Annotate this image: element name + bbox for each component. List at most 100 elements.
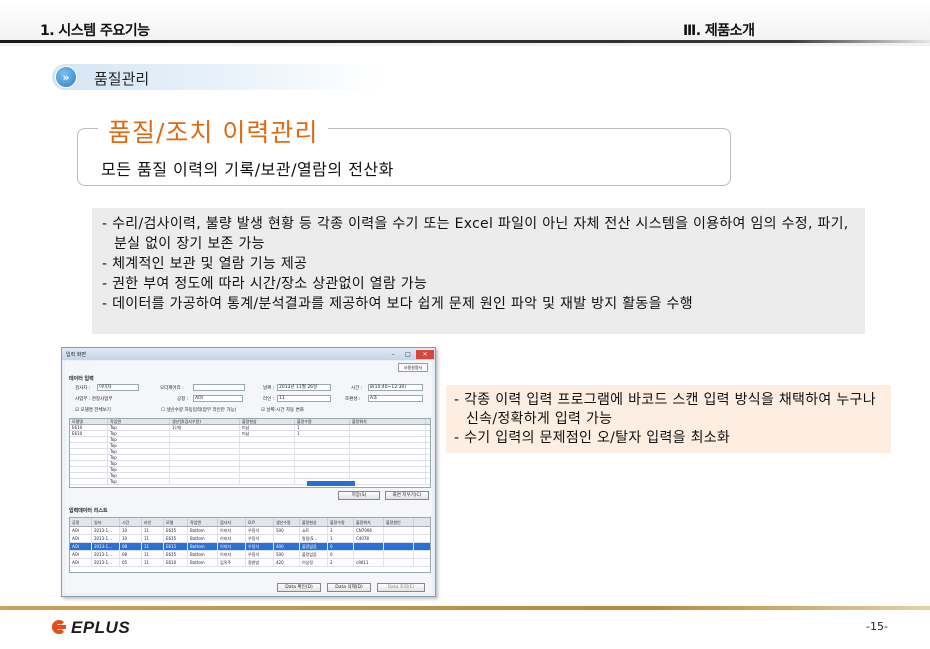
list-cell[interactable]: 11 [142,551,164,558]
grid-cell[interactable] [295,467,350,472]
list-row[interactable]: AOI 2013-1... 05 11 E610 Bottom 김옥주 정원범 420 이상정 2 c… [70,559,430,567]
list-cell[interactable]: AOI [70,535,92,542]
grid-cell[interactable] [295,437,350,442]
grid-cell[interactable]: Top [108,467,170,472]
grid-cell[interactable] [350,437,426,442]
list-row[interactable]: AOI 2013-1... 10 11 E615 Bottom 이미자 우정석 500 쇼트 3 CN… [70,527,430,535]
grid-cell[interactable] [240,479,295,484]
list-cell[interactable] [274,535,300,542]
list-cell[interactable]: AOI [70,559,92,566]
list-cell[interactable]: CN7006 [354,527,384,534]
list-column-header[interactable]: O.P. [246,518,274,526]
grid-cell[interactable] [170,467,240,472]
list-column-header[interactable]: 불량수량 [328,518,354,526]
list-cell[interactable]: 0 [328,543,354,550]
data-query-button[interactable]: Data 조회(E) [377,583,425,592]
grid-cell[interactable] [170,449,240,454]
list-cell[interactable]: 2013-1... [92,559,120,566]
grid-cell[interactable]: 1(개) [170,425,240,430]
grid-cell[interactable] [350,455,426,460]
list-column-header[interactable]: 검사자 [218,518,246,526]
list-cell[interactable]: 10 [120,535,142,542]
selected-list-row[interactable]: AOI 2013-1... 08 11 E615 Bottom 이미자 우정석 400 불량없음 0 [70,543,430,551]
grid-cell[interactable]: Top [108,461,170,466]
list-cell[interactable]: 김옥주 [218,559,246,566]
auto-datetime-checkbox[interactable]: ☑ 날짜·시간 자동 변화 [261,407,304,413]
shift-select[interactable]: A조 [368,395,423,402]
grid-column-header[interactable]: 생산량(검사수량) [170,419,240,424]
grid-cell[interactable]: 미납 [240,431,295,436]
grid-cell[interactable] [350,449,426,454]
list-cell[interactable] [354,551,384,558]
grid-cell[interactable]: 1 [295,425,350,430]
list-cell[interactable]: 05 [120,559,142,566]
grid-cell[interactable] [240,455,295,460]
list-column-header[interactable]: 불량원인 [384,518,414,526]
list-row[interactable]: AOI 2013-1... 08 11 E615 Bottom 이미자 우정석 500 불량없음 0 [70,551,430,559]
time-select[interactable]: 8(10:40~12:30) [368,384,423,391]
list-cell[interactable]: 2013-1... [92,543,120,550]
list-cell[interactable]: 우정석 [246,551,274,558]
list-cell[interactable]: 11 [142,559,164,566]
grid-cell[interactable] [295,473,350,478]
grid-cell[interactable] [70,443,108,448]
grid-cell[interactable] [350,473,426,478]
list-cell[interactable]: 불량없음 [300,551,328,558]
grid-cell[interactable]: Top [108,431,170,436]
grid-cell[interactable] [350,443,426,448]
list-cell[interactable]: 10 [120,527,142,534]
list-cell[interactable]: 08 [120,543,142,550]
data-list-grid[interactable]: 공정 일자 시간 라인 모델 작업면 검사자 O.P. 생산수량 불량현상 불량수량 불량위치 불량원인… [69,517,431,573]
grid-cell[interactable]: Top [108,479,170,484]
list-cell[interactable]: 이미자 [218,551,246,558]
list-cell[interactable]: 우정석 [246,543,274,550]
list-cell[interactable] [384,559,414,566]
list-column-header[interactable]: 일자 [92,518,120,526]
list-cell[interactable]: 쇼트 [300,527,328,534]
grid-column-header[interactable]: 모델명 [70,419,108,424]
grid-cell[interactable]: Top [108,437,170,442]
show-all-models-checkbox[interactable]: ☑ 모델명 전체보기 [75,407,111,413]
list-cell[interactable]: Bottom [188,535,218,542]
list-cell[interactable]: 3 [328,527,354,534]
grid-cell[interactable]: Top [108,455,170,460]
grid-cell[interactable] [240,437,295,442]
grid-cell[interactable] [70,437,108,442]
list-cell[interactable]: 이미자 [218,535,246,542]
maximize-icon[interactable]: □ [401,350,415,359]
list-cell[interactable] [354,543,384,550]
list-cell[interactable]: E615 [164,527,188,534]
inspector-field[interactable]: 이미자 [97,384,139,391]
close-icon[interactable]: ✕ [416,349,434,359]
auto-quantity-checkbox[interactable]: ☐ 생산수량 자동입력(압부 라인만 가능) [161,407,236,413]
grid-cell[interactable] [350,461,426,466]
grid-column-header[interactable]: 작업면 [108,419,170,424]
grid-cell[interactable]: 1 [295,431,350,436]
grid-cell[interactable] [170,437,240,442]
list-column-header[interactable]: 불량현상 [300,518,328,526]
grid-cell[interactable] [350,479,426,484]
list-cell[interactable] [384,535,414,542]
list-cell[interactable]: 우정석 [246,535,274,542]
list-cell[interactable]: 11 [142,535,164,542]
grid-cell[interactable] [70,467,108,472]
list-cell[interactable]: AOI [70,527,92,534]
list-cell[interactable]: 이미자 [218,543,246,550]
list-cell[interactable]: 2 [328,559,354,566]
list-column-header[interactable]: 불량위치 [354,518,384,526]
grid-cell[interactable]: Top [108,473,170,478]
list-column-header[interactable]: 시간 [120,518,142,526]
list-cell[interactable]: Bottom [188,559,218,566]
list-cell[interactable]: 500 [274,527,300,534]
grid-cell[interactable] [295,455,350,460]
list-cell[interactable]: Bottom [188,543,218,550]
grid-cell[interactable] [70,473,108,478]
clear-screen-button[interactable]: 화면 지우기(C) [385,491,429,500]
list-cell[interactable]: 이상정 [300,559,328,566]
grid-cell[interactable]: Top [108,443,170,448]
grid-cell[interactable] [170,455,240,460]
grid-cell[interactable] [170,461,240,466]
grid-cell[interactable] [240,473,295,478]
grid-cell[interactable] [70,479,108,484]
list-cell[interactable]: 08 [120,551,142,558]
